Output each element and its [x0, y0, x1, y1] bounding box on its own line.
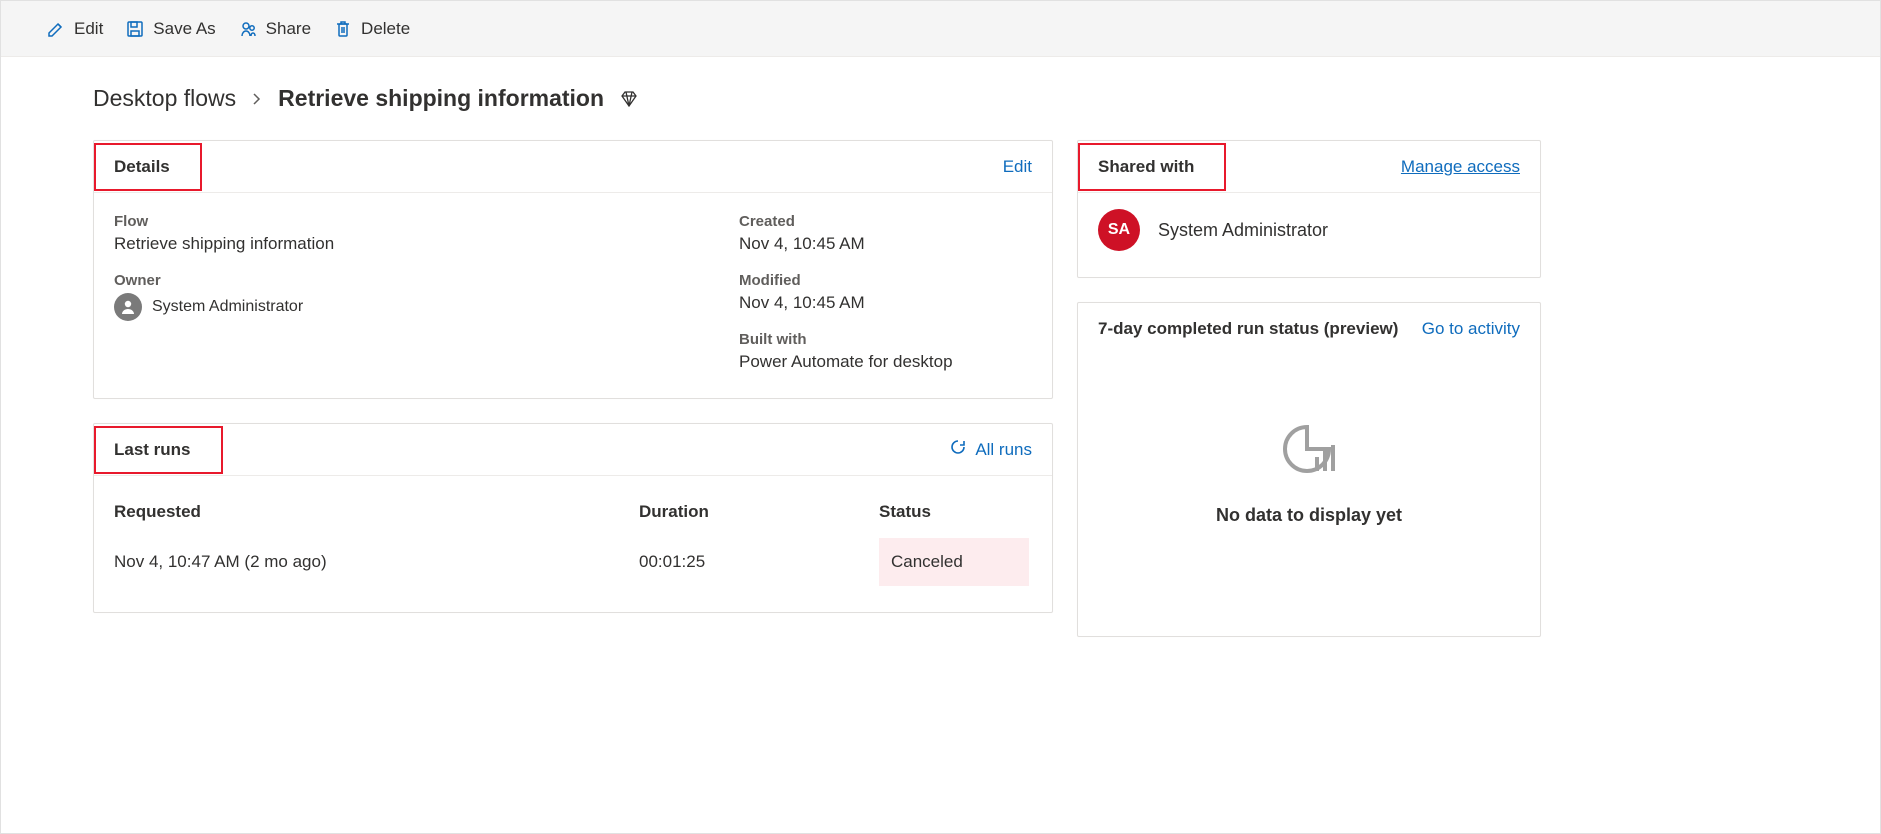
- refresh-icon: [949, 438, 967, 461]
- flow-label: Flow: [114, 213, 739, 230]
- run-status-title: 7-day completed run status (preview): [1098, 319, 1398, 339]
- run-requested: Nov 4, 10:47 AM (2 mo ago): [114, 538, 639, 586]
- run-duration: 00:01:25: [639, 538, 879, 586]
- no-data-text: No data to display yet: [1216, 505, 1402, 526]
- premium-icon: [618, 88, 640, 110]
- shared-with-card: Shared with Manage access SA System Admi…: [1077, 140, 1541, 278]
- shared-entry: SA System Administrator: [1078, 193, 1540, 277]
- save-as-button[interactable]: Save As: [125, 19, 215, 39]
- manage-access-link[interactable]: Manage access: [1401, 157, 1520, 177]
- owner-name: System Administrator: [152, 298, 303, 316]
- avatar: SA: [1098, 209, 1140, 251]
- shared-name: System Administrator: [1158, 220, 1328, 241]
- breadcrumb-current: Retrieve shipping information: [278, 85, 604, 112]
- details-edit-link[interactable]: Edit: [1003, 157, 1032, 177]
- modified-value: Nov 4, 10:45 AM: [739, 293, 1032, 313]
- builtwith-label: Built with: [739, 331, 1032, 348]
- all-runs-label: All runs: [975, 440, 1032, 460]
- delete-icon: [333, 19, 353, 39]
- col-duration: Duration: [639, 502, 879, 522]
- edit-icon: [46, 19, 66, 39]
- person-icon: [114, 293, 142, 321]
- created-value: Nov 4, 10:45 AM: [739, 234, 1032, 254]
- breadcrumb-root[interactable]: Desktop flows: [93, 85, 236, 112]
- col-requested: Requested: [114, 502, 639, 522]
- share-icon: [238, 19, 258, 39]
- runs-table-header: Requested Duration Status: [94, 476, 1052, 538]
- flow-value: Retrieve shipping information: [114, 234, 739, 254]
- pie-chart-icon: [1277, 417, 1341, 481]
- col-status: Status: [879, 502, 1032, 522]
- last-runs-card: Last runs All runs Requested Duration St…: [93, 423, 1053, 613]
- edit-button[interactable]: Edit: [46, 19, 103, 39]
- all-runs-link[interactable]: All runs: [949, 438, 1032, 461]
- created-label: Created: [739, 213, 1032, 230]
- table-row[interactable]: Nov 4, 10:47 AM (2 mo ago) 00:01:25 Canc…: [94, 538, 1052, 586]
- details-title: Details: [94, 143, 202, 191]
- go-to-activity-link[interactable]: Go to activity: [1422, 319, 1520, 339]
- share-button[interactable]: Share: [238, 19, 311, 39]
- save-as-icon: [125, 19, 145, 39]
- run-status-card: 7-day completed run status (preview) Go …: [1077, 302, 1541, 637]
- last-runs-title: Last runs: [94, 426, 223, 474]
- edit-button-label: Edit: [74, 19, 103, 39]
- details-card: Details Edit Flow Retrieve shipping info…: [93, 140, 1053, 399]
- shared-with-title: Shared with: [1078, 143, 1226, 191]
- save-as-button-label: Save As: [153, 19, 215, 39]
- share-button-label: Share: [266, 19, 311, 39]
- delete-button[interactable]: Delete: [333, 19, 410, 39]
- owner-label: Owner: [114, 272, 739, 289]
- chevron-right-icon: [250, 85, 264, 112]
- delete-button-label: Delete: [361, 19, 410, 39]
- breadcrumb: Desktop flows Retrieve shipping informat…: [93, 85, 1810, 112]
- run-status: Canceled: [879, 538, 1029, 586]
- command-bar: Edit Save As Share Delete: [1, 1, 1880, 57]
- builtwith-value: Power Automate for desktop: [739, 352, 1032, 372]
- modified-label: Modified: [739, 272, 1032, 289]
